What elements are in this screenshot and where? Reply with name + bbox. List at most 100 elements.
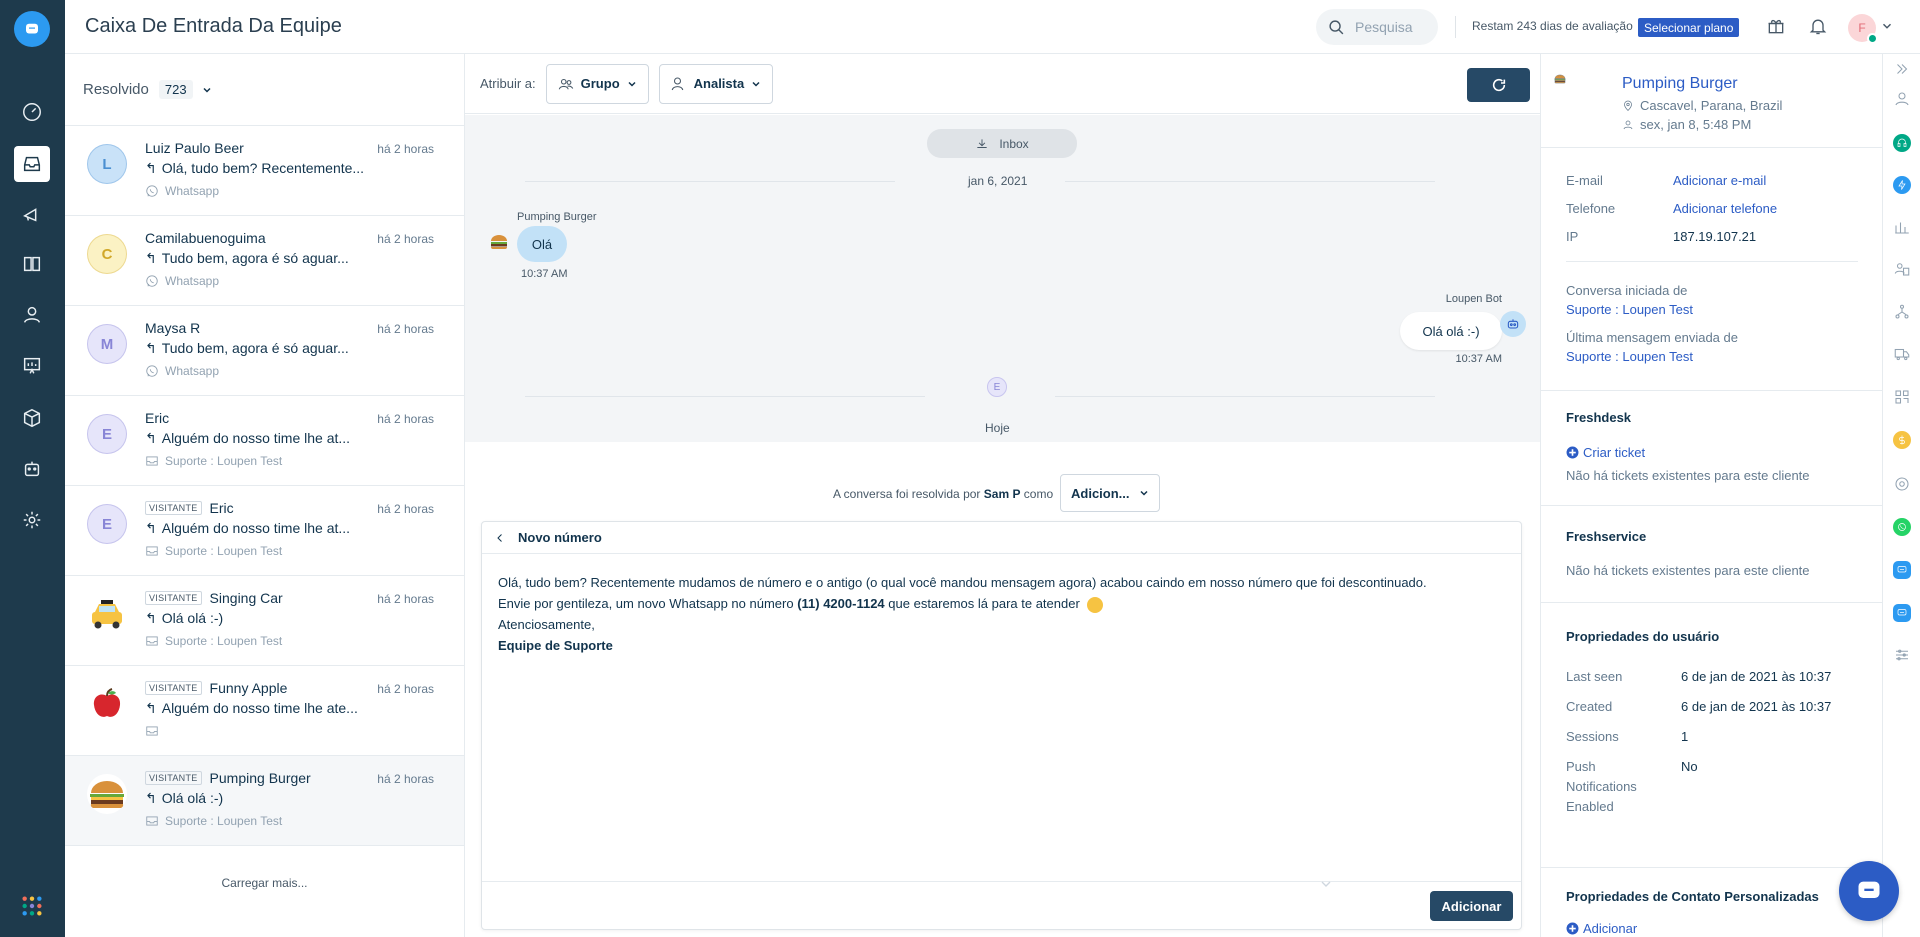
conversation-source-text: Suporte : Loupen Test	[165, 814, 283, 828]
conversation-source-text: Whatsapp	[165, 364, 220, 378]
contact-details-panel: Pumping Burger Cascavel, Parana, Brazil …	[1540, 54, 1882, 937]
resolution-reason-dropdown[interactable]: Adicion...	[1060, 474, 1160, 512]
status-filter-count: 723	[158, 80, 193, 99]
conversation-name-text: Pumping Burger	[209, 770, 311, 786]
collapse-panel-icon[interactable]	[1893, 60, 1911, 78]
visitor-badge: VISITANTE	[145, 771, 202, 785]
conversation-preview-text: Olá, tudo bem? Recentemente...	[161, 160, 365, 176]
add-custom-property-link[interactable]: Adicionar	[1566, 921, 1637, 936]
conversation-time: há 2 horas	[377, 142, 434, 156]
refresh-button[interactable]	[1467, 68, 1530, 102]
whatsapp-integration-icon[interactable]	[1893, 518, 1911, 536]
app-root: Caixa De Entrada Da Equipe Pesquisa Rest…	[0, 0, 1920, 937]
editor-header[interactable]: Novo número	[482, 522, 1521, 554]
reports-icon[interactable]	[14, 348, 50, 384]
user-property-label: Push Notifications Enabled	[1566, 759, 1637, 814]
freshdesk-section-title: Freshdesk	[1566, 410, 1632, 425]
conversation-avatar: L	[87, 144, 127, 184]
gift-icon[interactable]	[1764, 14, 1788, 38]
add-button[interactable]: Adicionar	[1430, 891, 1513, 921]
contacts-icon[interactable]	[14, 297, 50, 333]
contact-card: Pumping Burger Cascavel, Parana, Brazil …	[1541, 54, 1882, 148]
conversation-list-item[interactable]: L Luiz Paulo Beer há 2 horas ↰ Olá, tudo bem…	[65, 126, 464, 216]
status-filter-dropdown[interactable]: Resolvido 723	[65, 54, 464, 126]
conversation-avatar: M	[87, 324, 127, 364]
freshdesk-integration-icon[interactable]	[1893, 176, 1911, 194]
conversation-preview-text: Tudo bem, agora é só aguar...	[161, 250, 349, 266]
user-avatar[interactable]: F	[1848, 14, 1878, 44]
conversation-preview-text: Alguém do nosso time lhe at...	[161, 430, 351, 446]
conversation-list-item[interactable]: M Maysa R há 2 horas ↰ Tudo bem, agora é só …	[65, 306, 464, 396]
page-title: Caixa De Entrada Da Equipe	[85, 15, 342, 37]
organization-icon[interactable]	[1893, 303, 1911, 321]
delivery-truck-icon[interactable]	[1893, 345, 1911, 363]
chevron-down-icon	[203, 87, 211, 93]
bots-icon[interactable]	[14, 451, 50, 487]
section-divider	[1541, 867, 1882, 868]
assign-group-dropdown[interactable]: Grupo	[545, 63, 649, 104]
freshchat-logo-icon[interactable]	[14, 11, 50, 47]
assign-group-label: Grupo	[580, 76, 620, 91]
conversation-preview: ↰ Alguém do nosso time lhe at...	[145, 520, 365, 537]
conversation-name: VISITANTE Eric	[145, 500, 234, 516]
widget-channel-icon	[146, 456, 158, 466]
headset-integration-icon[interactable]	[1893, 134, 1911, 152]
campaigns-icon[interactable]	[14, 196, 50, 232]
conversation-list-item[interactable]: VISITANTE Funny Apple há 2 horas ↰ Alguém do…	[65, 666, 464, 756]
contact-info-icon[interactable]	[1893, 90, 1911, 108]
date-divider-label: jan 6, 2021	[968, 174, 1028, 188]
burger-avatar-icon	[87, 774, 127, 814]
conversation-list-item[interactable]: C Camilabuenoguima há 2 horas ↰ Tudo bem, ag…	[65, 216, 464, 306]
user-property-label: Last seen	[1566, 669, 1623, 684]
search-box[interactable]: Pesquisa	[1316, 9, 1438, 45]
conversation-list-item[interactable]: VISITANTE Pumping Burger há 2 horas ↰ Olá ol…	[65, 756, 464, 846]
conversation-list-panel: Resolvido 723 L Luiz Paulo Beer há 2 horas…	[65, 54, 465, 937]
canned-response-editor: Novo número Olá, tudo bem? Recentemente …	[481, 521, 1522, 930]
conversation-list-item[interactable]: VISITANTE Singing Car há 2 horas ↰ Olá olá :…	[65, 576, 464, 666]
create-ticket-link[interactable]: Criar ticket	[1566, 445, 1645, 460]
conversation-started-value[interactable]: Suporte : Loupen Test	[1566, 302, 1693, 317]
help-lifebuoy-icon[interactable]	[1893, 475, 1911, 493]
user-menu-chevron-icon[interactable]	[1880, 14, 1894, 38]
editor-line-2: Envie por gentileza, um novo Whatsapp no…	[498, 593, 1505, 614]
messenger-integration-icon[interactable]	[1893, 604, 1911, 622]
conversation-preview-text: Olá olá :-)	[161, 790, 224, 806]
select-plan-button[interactable]: Selecionar plano	[1638, 18, 1740, 37]
last-message-value[interactable]: Suporte : Loupen Test	[1566, 349, 1693, 364]
inbox-icon[interactable]	[14, 146, 50, 182]
contact-name[interactable]: Pumping Burger	[1622, 75, 1738, 93]
analytics-integration-icon[interactable]	[1893, 218, 1911, 236]
date-divider-line	[525, 396, 925, 397]
conversation-source	[145, 724, 165, 738]
editor-body[interactable]: Olá, tudo bem? Recentemente mudamos de n…	[482, 554, 1521, 674]
conversation-list-item[interactable]: E VISITANTE Eric há 2 horas ↰ Alguém do nosso…	[65, 486, 464, 576]
customize-sliders-icon[interactable]	[1893, 646, 1911, 664]
add-phone-link[interactable]: Adicionar telefone	[1673, 201, 1777, 216]
apps-cube-icon[interactable]	[14, 400, 50, 436]
load-more-link[interactable]: Carregar mais...	[65, 876, 464, 890]
support-chat-launcher-button[interactable]	[1839, 861, 1899, 921]
ip-label: IP	[1566, 229, 1579, 244]
user-device-icon[interactable]	[1893, 260, 1911, 278]
conversation-avatar: E	[87, 504, 127, 544]
notifications-bell-icon[interactable]	[1806, 14, 1830, 38]
dashboard-icon[interactable]	[14, 94, 50, 130]
editor-line-3: Atenciosamente,	[498, 617, 595, 632]
currency-integration-icon[interactable]	[1893, 431, 1911, 449]
app-switcher-grid-icon[interactable]	[14, 888, 50, 924]
conversation-name: VISITANTE Singing Car	[145, 590, 283, 606]
chevron-down-icon	[628, 81, 636, 87]
assign-agent-dropdown[interactable]: Analista	[658, 63, 774, 104]
settings-gear-icon[interactable]	[14, 502, 50, 538]
add-email-link[interactable]: Adicionar e-mail	[1673, 173, 1766, 188]
conversation-list-item[interactable]: E Eric há 2 horas ↰ Alguém do nosso time lhe…	[65, 396, 464, 486]
collapse-chevron-icon[interactable]	[1318, 876, 1334, 892]
conversation-time: há 2 horas	[377, 502, 434, 516]
qr-code-icon[interactable]	[1893, 388, 1911, 406]
conversation-name-text: Camilabuenoguima	[145, 230, 266, 246]
knowledge-base-icon[interactable]	[14, 246, 50, 282]
chat-integration-icon[interactable]	[1893, 561, 1911, 579]
conversation-source-text: Suporte : Loupen Test	[165, 454, 283, 468]
back-chevron-icon[interactable]	[494, 532, 506, 544]
conversation-name-text: Singing Car	[209, 590, 283, 606]
